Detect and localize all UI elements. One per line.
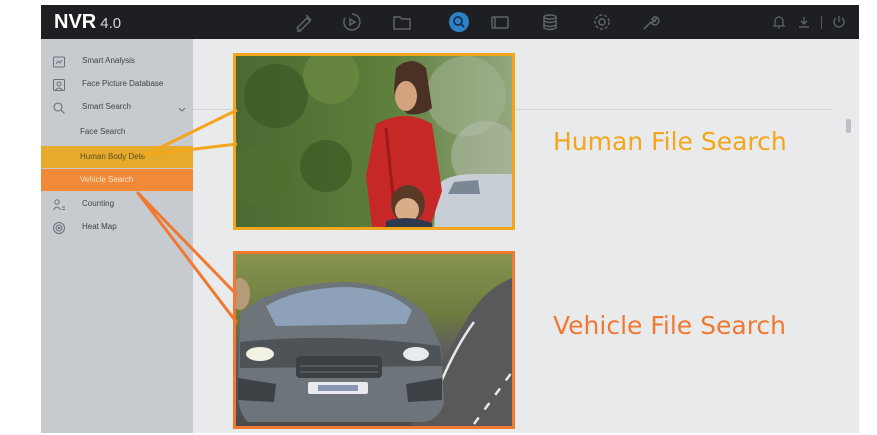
playback-icon[interactable] bbox=[341, 11, 363, 33]
face-database-icon bbox=[52, 78, 66, 92]
chevron-down-icon bbox=[178, 102, 186, 112]
vertical-scrollbar[interactable] bbox=[846, 119, 851, 133]
download-icon[interactable] bbox=[796, 14, 812, 30]
sidebar-item-face-picture-database[interactable]: Face Picture Database bbox=[41, 74, 193, 96]
logo-version: 4.0 bbox=[100, 15, 122, 32]
counting-icon bbox=[52, 198, 66, 212]
human-file-search-callout: Human File Search bbox=[553, 127, 787, 156]
file-icon[interactable] bbox=[391, 11, 413, 33]
smart-search-icon[interactable] bbox=[449, 12, 469, 32]
sidebar-item-label: Heat Map bbox=[82, 222, 117, 231]
vehicle-file-search-callout: Vehicle File Search bbox=[553, 311, 787, 340]
sidebar-subitem-label: Vehicle Search bbox=[80, 175, 134, 184]
nvr-logo: NVR 4.0 bbox=[54, 11, 121, 35]
sidebar-item-label: Smart Search bbox=[82, 102, 131, 111]
smart-search-menu-icon bbox=[52, 101, 66, 115]
sidebar-item-smart-search[interactable]: Smart Search bbox=[41, 97, 193, 119]
sidebar: Smart Analysis Face Picture Database Sma… bbox=[41, 39, 193, 433]
tray-separator bbox=[821, 15, 822, 29]
settings-icon[interactable] bbox=[591, 11, 613, 33]
human-detection-photo bbox=[233, 53, 515, 230]
sidebar-subitem-human-body-detection[interactable]: Human Body Dete bbox=[41, 146, 193, 168]
sidebar-item-smart-analysis[interactable]: Smart Analysis bbox=[41, 51, 193, 73]
sidebar-item-heat-map[interactable]: Heat Map bbox=[41, 217, 193, 239]
power-icon[interactable] bbox=[831, 14, 847, 30]
storage-icon[interactable] bbox=[539, 11, 561, 33]
sidebar-item-counting[interactable]: Counting bbox=[41, 194, 193, 216]
alarm-bell-icon[interactable] bbox=[771, 14, 787, 30]
monitor-icon[interactable] bbox=[489, 11, 511, 33]
heat-map-icon bbox=[52, 221, 66, 235]
sidebar-subitem-vehicle-search[interactable]: Vehicle Search bbox=[41, 169, 193, 191]
top-bar: NVR 4.0 bbox=[41, 5, 859, 39]
maintenance-icon[interactable] bbox=[639, 11, 661, 33]
smart-analysis-icon bbox=[52, 55, 66, 69]
sidebar-item-label: Smart Analysis bbox=[82, 56, 135, 65]
logo-text: NVR bbox=[54, 11, 97, 33]
sidebar-item-label: Face Picture Database bbox=[82, 79, 164, 88]
sidebar-subitem-label: Human Body Dete bbox=[80, 152, 146, 161]
vehicle-detection-photo bbox=[233, 251, 515, 429]
live-view-icon[interactable] bbox=[293, 11, 315, 33]
sidebar-subitem-face-search[interactable]: Face Search bbox=[41, 121, 193, 143]
sidebar-subitem-label: Face Search bbox=[80, 127, 126, 136]
sidebar-item-label: Counting bbox=[82, 199, 115, 208]
system-tray bbox=[771, 13, 847, 31]
